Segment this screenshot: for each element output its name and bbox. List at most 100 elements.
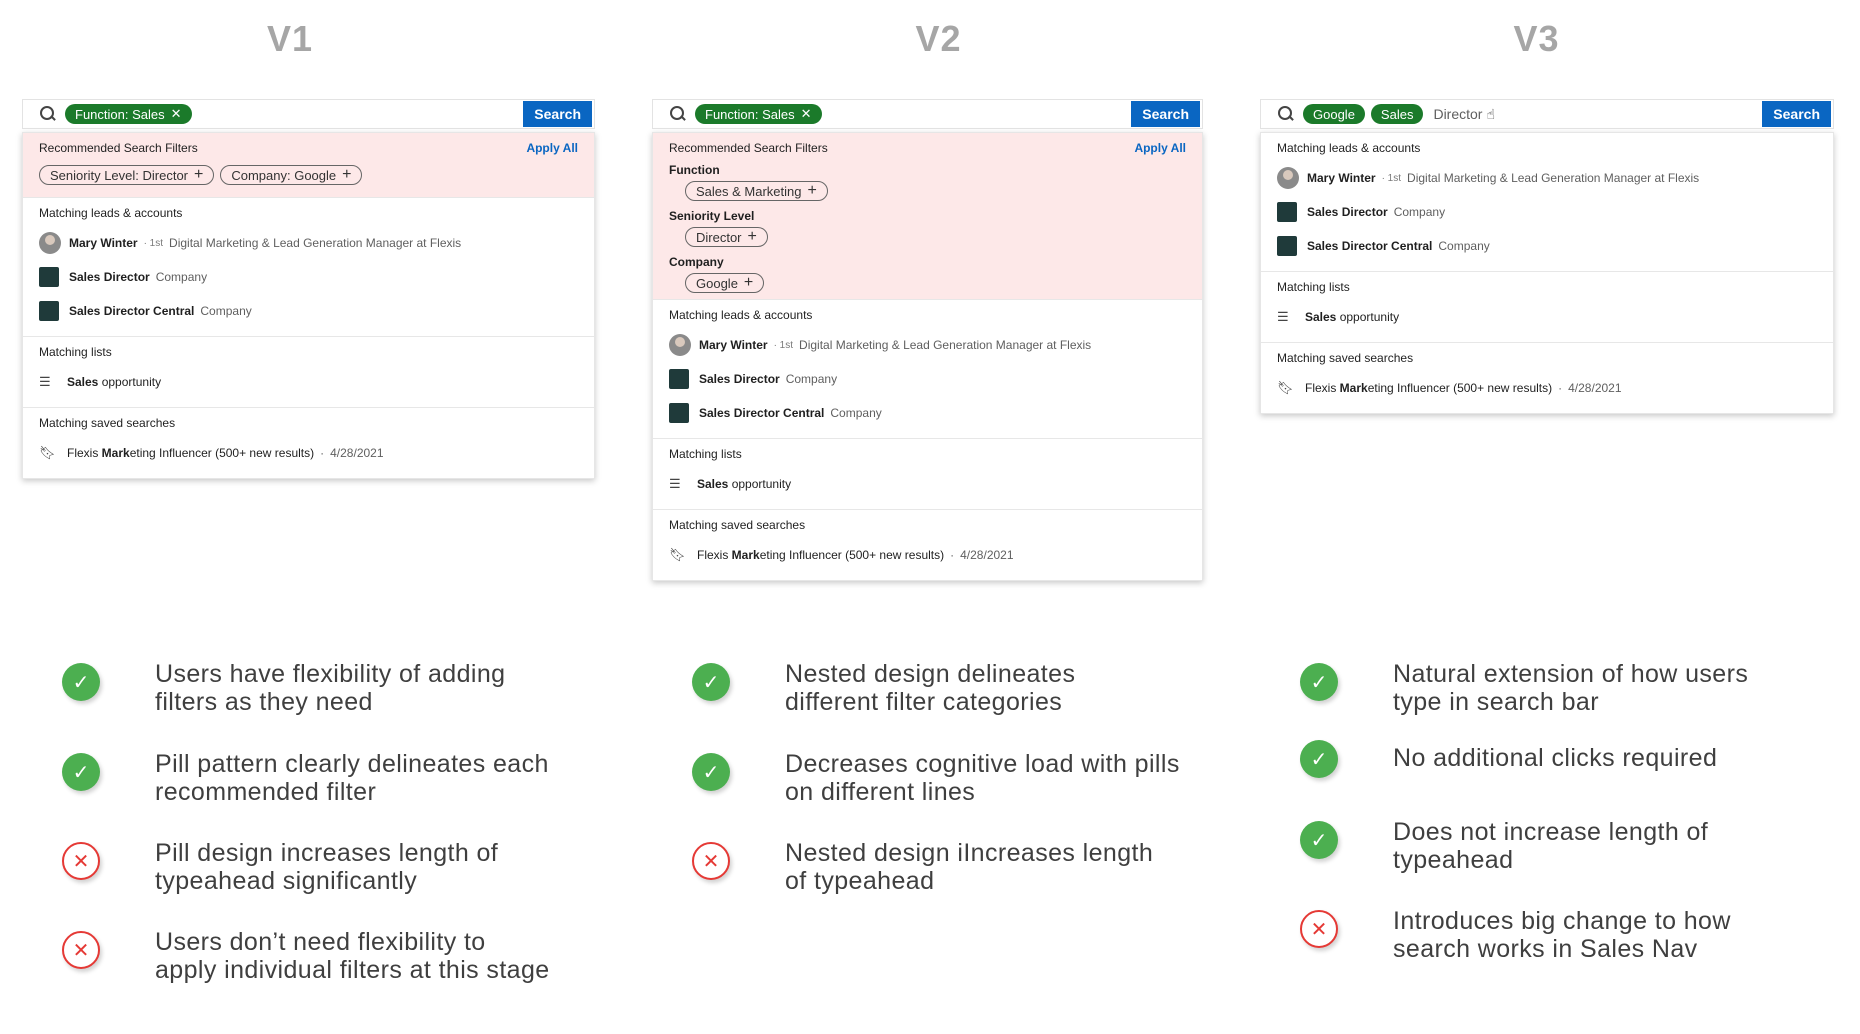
account-row[interactable]: Sales Director Company: [669, 362, 1186, 396]
lead-name: Mary Winter: [1307, 171, 1376, 185]
search-button[interactable]: Search: [1131, 101, 1200, 127]
plus-icon: +: [194, 166, 204, 183]
recommended-filter-pill[interactable]: Director +: [685, 227, 768, 247]
eval-text: of typeahead: [785, 867, 935, 895]
saved-search-post: eting Influencer (500+ new results): [129, 446, 315, 460]
search-icon: [37, 103, 59, 125]
section-title: Matching saved searches: [39, 416, 176, 430]
apply-all-link[interactable]: Apply All: [526, 141, 578, 155]
account-row[interactable]: Sales Director Central Company: [39, 294, 578, 328]
account-row[interactable]: Sales Director Central Company: [669, 396, 1186, 430]
lead-row[interactable]: Mary Winter · 1st Digital Marketing & Le…: [39, 226, 578, 260]
lead-name: Mary Winter: [69, 236, 138, 250]
account-name: Sales Director Central: [69, 304, 195, 318]
plus-icon: +: [807, 182, 817, 199]
plus-icon: +: [743, 274, 754, 291]
lead-headline: Digital Marketing & Lead Generation Mana…: [169, 236, 462, 250]
saved-search-match: Mark: [1339, 381, 1368, 395]
search-typed-text[interactable]: Director: [1433, 106, 1482, 122]
saved-searches-section: Matching saved searches 🔖︎ Flexis Market…: [1261, 343, 1833, 413]
saved-search-row[interactable]: 🔖︎ Flexis Marketing Influencer (500+ new…: [669, 538, 1186, 572]
list-row[interactable]: ☰ Sales opportunity: [669, 467, 1186, 501]
search-bar[interactable]: Function: Sales ✕ Search: [652, 99, 1203, 129]
eval-text: Natural extension of how users: [1393, 660, 1749, 688]
leads-section: Matching leads & accounts Mary Winter · …: [23, 198, 594, 337]
eval-text: typeahead: [1393, 846, 1514, 874]
lead-row[interactable]: Mary Winter · 1st Digital Marketing & Le…: [1277, 161, 1817, 195]
degree-badge: · 1st: [773, 339, 794, 351]
filter-pill[interactable]: Google: [1303, 104, 1365, 124]
list-row[interactable]: ☰ Sales opportunity: [1277, 300, 1817, 334]
close-icon[interactable]: ✕: [171, 106, 182, 122]
account-name: Sales Director: [699, 372, 780, 386]
list-icon: ☰: [669, 476, 681, 491]
hand-cursor-icon: ☝︎: [1486, 105, 1495, 122]
eval-text: No additional clicks required: [1393, 744, 1718, 772]
bookmark-icon: 🔖︎: [669, 547, 686, 562]
saved-search-pre: Flexis: [697, 548, 732, 562]
account-type: Company: [1393, 205, 1446, 219]
lead-headline: Digital Marketing & Lead Generation Mana…: [799, 338, 1092, 352]
filter-pill[interactable]: Function: Sales ✕: [65, 104, 192, 124]
section-title: Matching lists: [1277, 280, 1350, 294]
filter-pill[interactable]: Function: Sales ✕: [695, 104, 822, 124]
list-name-match: Sales: [67, 375, 99, 389]
search-button[interactable]: Search: [1762, 101, 1831, 127]
eval-text: Nested design iIncreases length: [785, 839, 1154, 867]
account-type: Company: [830, 406, 882, 420]
filter-group-label: Function: [669, 163, 720, 177]
recommended-filter-pill[interactable]: Company: Google +: [220, 165, 363, 185]
filter-pill[interactable]: Sales: [1370, 104, 1424, 124]
version-title: V2: [915, 18, 962, 59]
typeahead-dropdown: Recommended Search Filters Apply All Sen…: [22, 132, 595, 479]
section-title: Matching lists: [39, 345, 112, 359]
eval-text: typeahead significantly: [155, 867, 418, 895]
recommended-filters: Recommended Search Filters Apply All Sen…: [23, 133, 594, 198]
filter-group-label: Seniority Level: [669, 209, 755, 223]
eval-text: Pill design increases length of: [155, 839, 499, 867]
lead-name: Mary Winter: [699, 338, 768, 352]
account-row[interactable]: Sales Director Central Company: [1277, 229, 1817, 263]
lead-row[interactable]: Mary Winter · 1st Digital Marketing & Le…: [669, 328, 1186, 362]
list-icon: ☰: [39, 374, 51, 389]
saved-searches-section: Matching saved searches 🔖︎ Flexis Market…: [23, 408, 594, 478]
cross-icon: ✕: [62, 842, 100, 880]
saved-search-row[interactable]: 🔖︎ Flexis Marketing Influencer (500+ new…: [39, 436, 578, 470]
lead-headline: Digital Marketing & Lead Generation Mana…: [1407, 171, 1700, 185]
eval-text: Users don’t need flexibility to: [155, 928, 486, 956]
search-bar[interactable]: Google Sales Director ☝︎ Search: [1260, 99, 1834, 129]
saved-search-post: eting Influencer (500+ new results): [1367, 381, 1553, 395]
recommended-filter-pill[interactable]: Google +: [685, 273, 765, 293]
account-row[interactable]: Sales Director Company: [39, 260, 578, 294]
search-icon: [1275, 103, 1297, 125]
close-icon[interactable]: ✕: [801, 106, 812, 122]
search-button[interactable]: Search: [523, 101, 592, 127]
recommended-filter-pill[interactable]: Sales & Marketing +: [685, 181, 828, 201]
list-name-match: Sales: [1305, 310, 1337, 324]
avatar: [39, 232, 61, 254]
eval-text: search works in Sales Nav: [1393, 935, 1698, 963]
saved-search-pre: Flexis: [1305, 381, 1340, 395]
recommended-filter-pill[interactable]: Seniority Level: Director +: [39, 165, 215, 185]
saved-search-row[interactable]: 🔖︎ Flexis Marketing Influencer (500+ new…: [1277, 371, 1817, 405]
search-icon: [667, 103, 689, 125]
apply-all-link[interactable]: Apply All: [1134, 141, 1186, 155]
eval-text: on different lines: [785, 778, 976, 806]
company-logo: [1277, 236, 1297, 256]
recommended-filters-title: Recommended Search Filters: [39, 141, 198, 155]
saved-search-post: eting Influencer (500+ new results): [759, 548, 945, 562]
saved-search-match: Mark: [731, 548, 760, 562]
avatar: [1277, 167, 1299, 189]
company-logo: [1277, 202, 1297, 222]
section-title: Matching leads & accounts: [1277, 141, 1421, 155]
account-row[interactable]: Sales Director Company: [1277, 195, 1817, 229]
eval-text: Pill pattern clearly delineates each: [155, 750, 549, 778]
account-name: Sales Director Central: [1307, 239, 1433, 253]
typeahead-dropdown: Recommended Search Filters Apply All Fun…: [652, 132, 1203, 581]
account-type: Company: [1438, 239, 1490, 253]
search-bar[interactable]: Function: Sales ✕ Search: [22, 99, 595, 129]
list-row[interactable]: ☰ Sales opportunity: [39, 365, 578, 399]
saved-search-date: 4/28/2021: [960, 548, 1014, 562]
eval-text: recommended filter: [155, 778, 377, 806]
cross-icon: ✕: [62, 931, 100, 969]
